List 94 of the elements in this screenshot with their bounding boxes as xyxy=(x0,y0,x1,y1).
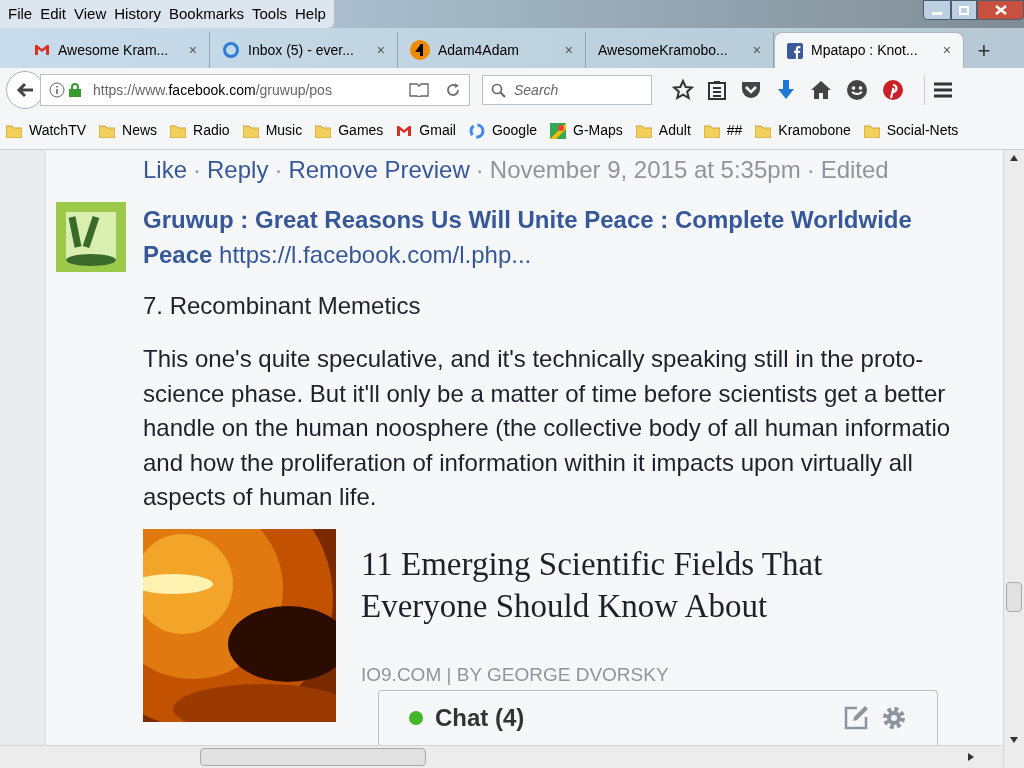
menu-item[interactable]: Help xyxy=(291,2,330,26)
separator-dot: · xyxy=(475,155,484,185)
pin-icon[interactable] xyxy=(882,79,904,101)
close-tab-icon[interactable]: × xyxy=(752,39,761,61)
reload-icon[interactable] xyxy=(445,82,461,98)
separator-dot: · xyxy=(193,155,202,185)
comment-action-link[interactable]: Remove Preview xyxy=(288,152,470,188)
folder-icon xyxy=(635,123,652,138)
menu-item[interactable]: File xyxy=(4,2,37,26)
close-tab-icon[interactable]: × xyxy=(564,39,573,61)
close-button[interactable] xyxy=(977,0,1024,20)
bookmark-link[interactable]: Music xyxy=(265,120,303,141)
bookmark-link[interactable]: Games xyxy=(338,120,384,141)
menu-item[interactable]: Tools xyxy=(248,2,291,26)
up-arrow-icon[interactable] xyxy=(1009,154,1019,162)
search-input[interactable]: Search xyxy=(514,79,634,101)
bookmark-link[interactable]: Google xyxy=(491,120,538,141)
f-icon xyxy=(787,42,803,59)
book-icon[interactable] xyxy=(409,83,429,97)
folder-icon xyxy=(703,123,720,138)
scroll-thumb[interactable] xyxy=(1006,582,1022,612)
download-icon[interactable] xyxy=(776,79,796,101)
back-arrow-icon xyxy=(16,82,34,98)
menu-icon[interactable] xyxy=(933,82,953,98)
close-icon xyxy=(994,5,1007,15)
chat-bar[interactable]: Chat (4) xyxy=(378,690,938,745)
clipboard-icon[interactable] xyxy=(708,80,726,100)
separator-dot: · xyxy=(806,155,815,185)
bookmark-link[interactable]: News xyxy=(122,120,158,141)
folder-icon xyxy=(99,123,116,138)
chat-label: Chat (4) xyxy=(435,703,526,733)
smiley-icon[interactable] xyxy=(846,79,868,101)
right-arrow-icon[interactable] xyxy=(967,752,975,762)
bookmark-link[interactable]: Radio xyxy=(193,120,230,141)
folder-icon xyxy=(242,123,259,138)
compose-icon[interactable] xyxy=(843,705,869,731)
down-arrow-icon[interactable] xyxy=(1009,736,1019,744)
folder-icon xyxy=(170,123,187,138)
home-icon[interactable] xyxy=(810,80,832,100)
folder-icon xyxy=(863,123,880,138)
ring-icon xyxy=(222,41,240,59)
url-text: https://www.facebook.com/gruwup/pos xyxy=(93,80,333,100)
restore-button[interactable] xyxy=(951,0,977,20)
address-bar[interactable]: https://www.facebook.com/gruwup/pos xyxy=(40,74,470,106)
horizontal-scrollbar[interactable] xyxy=(0,745,1003,768)
menu-item[interactable]: Bookmarks xyxy=(164,2,248,26)
preview-source: IO9.COM | BY GEORGE DVORSKY xyxy=(361,662,670,687)
bookmark-link[interactable]: Kramobone xyxy=(778,120,851,141)
scroll-thumb[interactable] xyxy=(200,748,426,766)
folder-icon xyxy=(6,123,22,138)
url-link[interactable]: https://l.facebook.com/l.php... xyxy=(219,241,532,268)
bookmark-link[interactable]: Gmail xyxy=(419,120,456,141)
comment-action-link[interactable]: Like xyxy=(143,152,188,188)
menu-item[interactable]: View xyxy=(70,2,111,26)
folder-icon xyxy=(755,123,772,138)
vertical-scrollbar[interactable] xyxy=(1003,150,1024,768)
tab-title: Adam4Adam xyxy=(438,40,520,60)
menu-item[interactable]: History xyxy=(110,2,165,26)
separator-dot: · xyxy=(274,155,283,185)
star-icon[interactable] xyxy=(672,79,694,101)
lock-icon xyxy=(69,83,81,97)
avatar xyxy=(56,202,126,272)
comment-paragraph: This one's quite speculative, and it's technically speaking still in the proto- science phase. But it'll only be a matter of time before scientists get a better handle on the human noosphere (the collective body of all human informatio and how the proliferation of information within it impacts upon virtually all aspects of human life. xyxy=(143,344,952,512)
tab-title: Awesome Kram... xyxy=(58,40,170,60)
preview-title[interactable]: 11 Emerging Scientific Fields That Everyone Should Know About xyxy=(361,542,901,627)
bookmark-link[interactable]: ## xyxy=(726,120,743,141)
settings-icon[interactable] xyxy=(881,705,907,731)
close-tab-icon[interactable]: × xyxy=(942,40,951,61)
new-tab-button[interactable]: + xyxy=(964,32,1004,68)
close-tab-icon[interactable]: × xyxy=(188,39,197,61)
minimize-button[interactable] xyxy=(923,0,951,20)
tab-title: Mpatapo : Knot... xyxy=(811,41,919,60)
search-icon xyxy=(491,82,506,98)
envelope-icon xyxy=(396,124,413,137)
comment-heading: 7. Recombinant Memetics xyxy=(143,291,422,321)
pocket-icon[interactable] xyxy=(740,80,762,100)
bookmark-link[interactable]: Social-Nets xyxy=(886,120,959,141)
browser-tab[interactable]: Mpatapo : Knot... × xyxy=(774,32,964,68)
envelope-icon xyxy=(34,44,50,56)
comment-action-link[interactable]: Reply xyxy=(207,152,269,188)
bookmark-link[interactable]: G-Maps xyxy=(573,120,623,141)
tab-title: AwesomeKramobo... xyxy=(598,40,729,60)
map-icon xyxy=(550,122,567,139)
folder-icon xyxy=(315,123,332,138)
menu-item[interactable]: Edit xyxy=(36,2,71,26)
bookmark-link[interactable]: Adult xyxy=(658,120,691,141)
search-field[interactable]: Search xyxy=(482,75,652,105)
edited-label: Edited xyxy=(820,155,889,185)
tab-title: Inbox (5) - ever... xyxy=(248,40,355,60)
close-tab-icon[interactable]: × xyxy=(376,39,385,61)
logo-icon xyxy=(410,40,430,60)
comment-text: Gruwup : Great Reasons Us Will Unite Peace : Complete Worldwide Peace https://l.facebook.com/l.php... xyxy=(143,205,913,270)
bookmark-link[interactable]: WatchTV xyxy=(29,120,87,141)
info-icon xyxy=(49,82,65,98)
